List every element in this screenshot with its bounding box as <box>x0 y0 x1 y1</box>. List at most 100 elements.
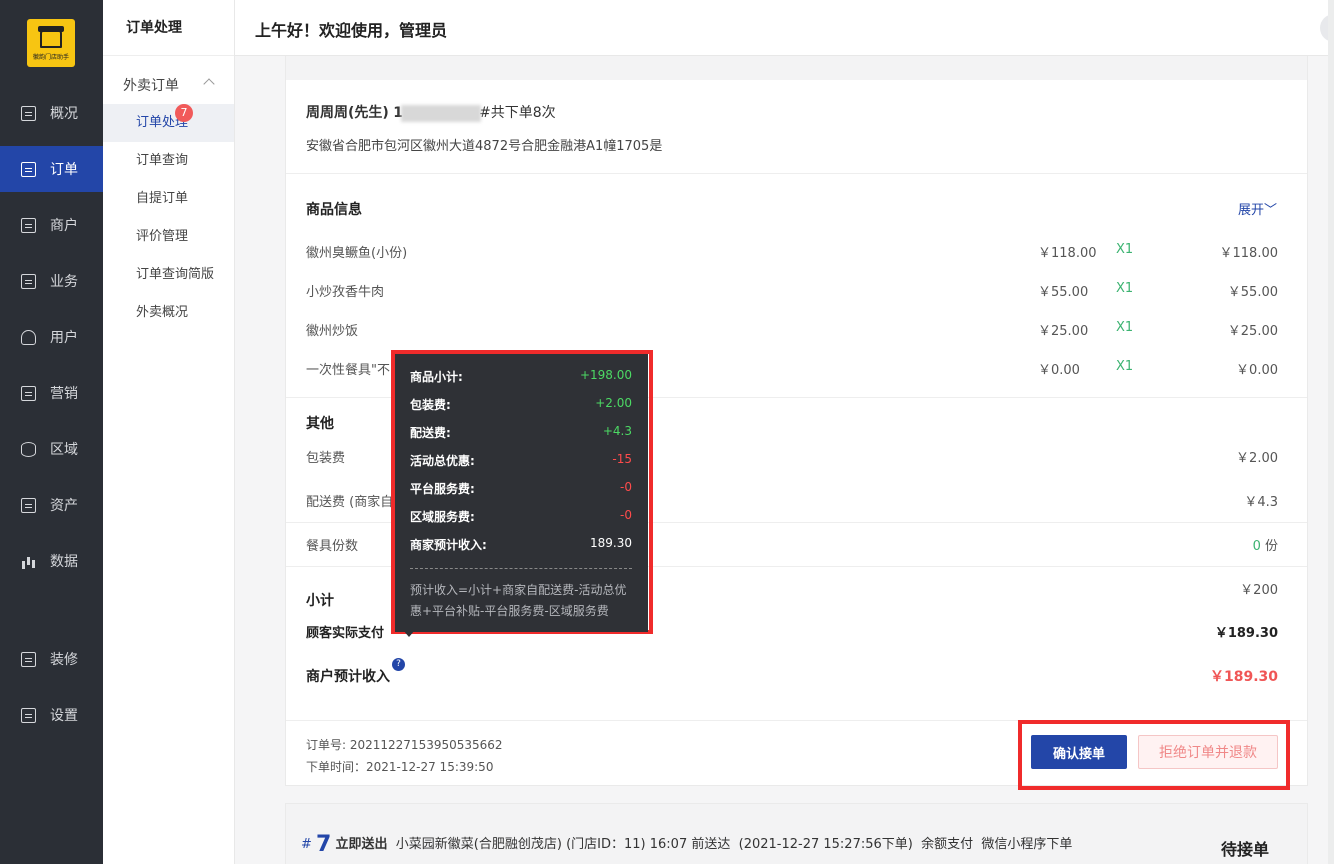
tooltip-formula: 预计收入=小计+商家自配送费-活动总优惠+平台补贴-平台服务费-区域服务费 <box>410 583 627 618</box>
store-icon <box>21 217 36 233</box>
decorate-icon <box>21 651 36 667</box>
tooltip-row: 活动总优惠: -15 <box>410 452 632 470</box>
tooltip-divider <box>410 568 632 569</box>
placed-time: (2021-12-27 15:27:56下单) <box>738 837 913 852</box>
nav-item-business[interactable]: 业务 <box>0 258 103 304</box>
subnav-item-order-processing[interactable]: 订单处理 7 <box>103 104 234 142</box>
goods-total: ￥25.00 <box>1227 324 1278 339</box>
tooltip-value: +4.3 <box>602 424 632 438</box>
tooltip-label: 区域服务费: <box>410 510 475 524</box>
goods-qty: X1 <box>1116 242 1134 257</box>
tooltip-value: +198.00 <box>579 368 632 382</box>
utensil-unit: 份 <box>1260 539 1278 554</box>
tooltip-label: 包装费: <box>410 398 451 412</box>
income-label: 商户预计收入 <box>306 669 390 685</box>
tooltip-row: 配送费: +4.3 <box>410 424 632 442</box>
nav-item-overview[interactable]: 概况 <box>0 90 103 136</box>
next-order-card[interactable]: # 7 立即送出 小菜园新徽菜(合肥融创茂店) (门店ID：11) 16:07 … <box>285 803 1308 864</box>
tooltip-row: 商家预计收入: 189.30 <box>410 536 632 554</box>
phone-mask <box>401 104 481 122</box>
subtotal-value: ￥200 <box>1240 583 1278 598</box>
goods-qty: X1 <box>1116 320 1134 335</box>
nav-item-merchants[interactable]: 商户 <box>0 202 103 248</box>
page-scrollbar[interactable] <box>1328 0 1334 864</box>
nav-item-marketing[interactable]: 营销 <box>0 370 103 416</box>
app-logo[interactable]: 徽韵门店助手 <box>27 19 75 67</box>
subnav-label: 订单查询简版 <box>136 267 215 282</box>
packing-fee-label: 包装费 <box>306 451 346 466</box>
nav-label: 设置 <box>50 708 78 724</box>
subnav-label: 外卖概况 <box>136 305 189 320</box>
order-number: 订单号: 20211227153950535662 <box>306 738 503 752</box>
goods-section-title: 商品信息 <box>306 202 362 218</box>
delivery-fee-value: ￥4.3 <box>1244 495 1278 510</box>
store-id: (门店ID：11) <box>566 837 646 852</box>
goods-price: ￥118.00 <box>1038 246 1097 261</box>
nav-item-region[interactable]: 区域 <box>0 426 103 472</box>
goods-total: ￥118.00 <box>1219 246 1279 261</box>
divider <box>286 173 1307 174</box>
order-hash: # <box>301 837 312 852</box>
goods-name: 徽州臭鳜鱼(小份) <box>306 246 408 261</box>
subnav-item-reviews[interactable]: 评价管理 <box>103 218 234 256</box>
subtotal-label: 小计 <box>306 593 334 609</box>
subnav-title: 订单处理 <box>103 0 234 56</box>
goods-qty: X1 <box>1116 359 1134 374</box>
business-icon <box>21 273 36 289</box>
nav-item-orders[interactable]: 订单 <box>0 146 103 192</box>
database-icon <box>21 441 36 457</box>
tooltip-value: -0 <box>620 508 632 522</box>
goods-name: 小炒孜香牛肉 <box>306 285 385 300</box>
pending-count-badge: 7 <box>175 104 193 122</box>
subnav-item-pickup-orders[interactable]: 自提订单 <box>103 180 234 218</box>
nav-item-settings[interactable]: 设置 <box>0 692 103 738</box>
asset-icon <box>21 497 36 513</box>
delivery-fee-label: 配送费 (商家自 <box>306 495 394 510</box>
order-seq-number: 7 <box>316 832 332 857</box>
payment-method: 余额支付 <box>921 837 974 852</box>
main-nav: 徽韵门店助手 概况 订单 商户 业务 用户 营销 区域 资产 数据 装修 设置 <box>0 0 103 864</box>
nav-item-users[interactable]: 用户 <box>0 314 103 360</box>
subnav-item-takeout-overview[interactable]: 外卖概况 <box>103 294 234 332</box>
order-list-icon <box>21 161 36 177</box>
subnav-item-order-query-lite[interactable]: 订单查询简版 <box>103 256 234 294</box>
goods-row: 小炒孜香牛肉 ￥55.00 X1 ￥55.00 <box>306 281 1278 301</box>
order-time: 下单时间：2021-12-27 15:39:50 <box>306 760 494 774</box>
nav-item-data[interactable]: 数据 <box>0 538 103 584</box>
utensil-value: 0 份 <box>1253 535 1278 554</box>
tooltip-row: 商品小计: +198.00 <box>410 368 632 386</box>
expand-label: 展开 <box>1237 203 1264 218</box>
sub-nav: 订单处理 外卖订单 订单处理 7 订单查询 自提订单 评价管理 订单查询简版 外… <box>103 0 235 864</box>
nav-label: 装修 <box>50 652 78 668</box>
tooltip-row: 区域服务费: -0 <box>410 508 632 526</box>
goods-total: ￥0.00 <box>1236 363 1278 378</box>
paid-value: ￥189.30 <box>1214 626 1278 641</box>
delivery-type: 立即送出 <box>335 837 388 852</box>
user-icon <box>21 329 36 345</box>
tooltip-row: 平台服务费: -0 <box>410 480 632 498</box>
subnav-group-takeout[interactable]: 外卖订单 <box>123 75 179 95</box>
order-card-header <box>286 56 1307 80</box>
chevron-up-icon[interactable] <box>203 78 215 90</box>
nav-label: 订单 <box>50 162 78 178</box>
tooltip-value: 189.30 <box>590 536 632 550</box>
customer-name: 周周周(先生) <box>306 105 389 121</box>
expand-toggle[interactable]: 展开﹀ <box>1238 199 1277 218</box>
next-order-summary: # 7 立即送出 小菜园新徽菜(合肥融创茂店) (门店ID：11) 16:07 … <box>301 832 1072 857</box>
store-logo-icon <box>38 26 64 48</box>
help-icon[interactable]: ? <box>392 658 405 671</box>
tooltip-label: 活动总优惠: <box>410 454 475 468</box>
income-value: ￥189.30 <box>1209 669 1278 685</box>
nav-item-decorate[interactable]: 装修 <box>0 636 103 682</box>
store-name: 小菜园新徽菜(合肥融创茂店) <box>395 837 562 852</box>
goods-total: ￥55.00 <box>1227 285 1278 300</box>
marketing-icon <box>21 385 36 401</box>
nav-item-assets[interactable]: 资产 <box>0 482 103 528</box>
income-row: 商户预计收入? ￥189.30 <box>306 658 1278 690</box>
packing-fee-value: ￥2.00 <box>1236 451 1278 466</box>
tooltip-row: 包装费: +2.00 <box>410 396 632 414</box>
subnav-item-order-query[interactable]: 订单查询 <box>103 142 234 180</box>
bar-chart-icon <box>21 554 36 569</box>
subnav-label: 评价管理 <box>136 229 189 244</box>
nav-label: 营销 <box>50 386 78 402</box>
